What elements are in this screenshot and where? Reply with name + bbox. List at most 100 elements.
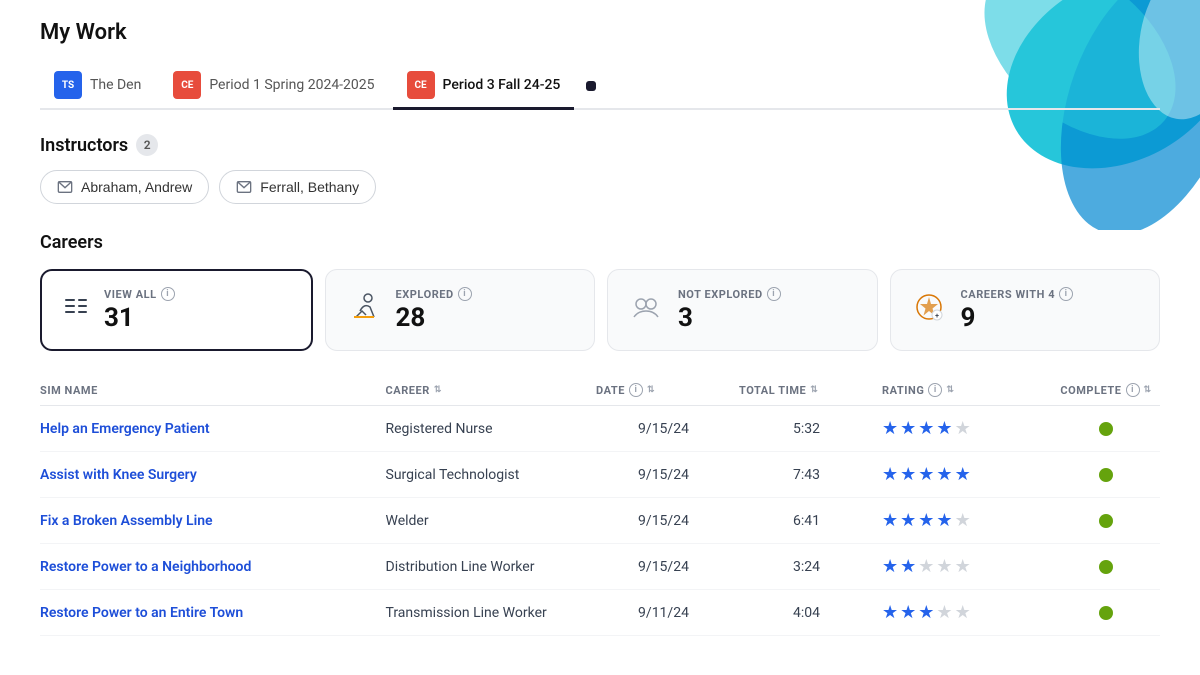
rating-2: ★ ★ ★ ★ ★ <box>882 510 1044 531</box>
complete-3 <box>1052 560 1160 574</box>
career-2: Welder <box>386 513 589 529</box>
tab-icon-ts: TS <box>54 71 82 99</box>
date-4: 9/11/24 <box>596 605 731 621</box>
careers-title: Careers <box>40 232 1160 253</box>
date-0: 9/15/24 <box>596 421 731 437</box>
date-1: 9/15/24 <box>596 467 731 483</box>
date-sort-icon: ⇅ <box>647 385 655 395</box>
view-all-count: 31 <box>104 303 175 333</box>
careers-with-4-info: CAREERS WITH 4 i 9 <box>961 287 1074 333</box>
time-1: 7:43 <box>739 467 874 483</box>
table-row: Fix a Broken Assembly Line Welder 9/15/2… <box>40 498 1160 544</box>
view-all-info-icon[interactable]: i <box>161 287 175 301</box>
table-row: Restore Power to an Entire Town Transmis… <box>40 590 1160 636</box>
career-0: Registered Nurse <box>386 421 589 437</box>
table-row: Assist with Knee Surgery Surgical Techno… <box>40 452 1160 498</box>
tab-active-indicator <box>586 81 596 91</box>
explored-count: 28 <box>396 303 472 333</box>
email-icon <box>57 179 73 195</box>
career-4: Transmission Line Worker <box>386 605 589 621</box>
sims-table: SIM NAME CAREER ⇅ DATE i ⇅ TOTAL TIME ⇅ … <box>40 375 1160 636</box>
careers-with-4-label: CAREERS WITH 4 i <box>961 287 1074 301</box>
table-row: Restore Power to a Neighborhood Distribu… <box>40 544 1160 590</box>
sim-name-2[interactable]: Fix a Broken Assembly Line <box>40 513 378 529</box>
tab-icon-ce2: CE <box>407 71 435 99</box>
career-card-with-4[interactable]: + CAREERS WITH 4 i 9 <box>890 269 1161 351</box>
career-cards: VIEW ALL i 31 EXPLORED i <box>40 269 1160 351</box>
complete-0 <box>1052 422 1160 436</box>
date-3: 9/15/24 <box>596 559 731 575</box>
career-3: Distribution Line Worker <box>386 559 589 575</box>
time-sort-icon: ⇅ <box>810 385 818 395</box>
career-card-not-explored[interactable]: NOT EXPLORED i 3 <box>607 269 878 351</box>
rating-4: ★ ★ ★ ★ ★ <box>882 602 1044 623</box>
th-total-time[interactable]: TOTAL TIME ⇅ <box>739 383 874 397</box>
time-4: 4:04 <box>739 605 874 621</box>
sim-name-3[interactable]: Restore Power to a Neighborhood <box>40 559 378 575</box>
email-icon-2 <box>236 179 252 195</box>
complete-dot-1 <box>1099 468 1113 482</box>
instructors-label: Instructors <box>40 135 128 156</box>
instructor-ferrall[interactable]: Ferrall, Bethany <box>219 170 376 204</box>
tab-the-den[interactable]: TS The Den <box>40 63 155 110</box>
complete-2 <box>1052 514 1160 528</box>
date-2: 9/15/24 <box>596 513 731 529</box>
careers-with-4-icon: + <box>911 289 947 332</box>
career-card-explored[interactable]: EXPLORED i 28 <box>325 269 596 351</box>
instructors-row: Abraham, Andrew Ferrall, Bethany <box>40 170 1160 204</box>
time-3: 3:24 <box>739 559 874 575</box>
rating-1: ★ ★ ★ ★ ★ <box>882 464 1044 485</box>
rating-sort-icon: ⇅ <box>946 385 954 395</box>
not-explored-icon <box>628 289 664 332</box>
th-rating[interactable]: RATING i ⇅ <box>882 383 1044 397</box>
complete-dot-4 <box>1099 606 1113 620</box>
time-2: 6:41 <box>739 513 874 529</box>
tabs-row: TS The Den CE Period 1 Spring 2024-2025 … <box>40 63 1160 110</box>
time-0: 5:32 <box>739 421 874 437</box>
complete-1 <box>1052 468 1160 482</box>
th-sim-name: SIM NAME <box>40 383 378 397</box>
careers-with-4-count: 9 <box>961 303 1074 333</box>
sim-name-0[interactable]: Help an Emergency Patient <box>40 421 378 437</box>
career-1: Surgical Technologist <box>386 467 589 483</box>
explored-icon <box>346 289 382 332</box>
table-row: Help an Emergency Patient Registered Nur… <box>40 406 1160 452</box>
sim-name-4[interactable]: Restore Power to an Entire Town <box>40 605 378 621</box>
complete-dot-3 <box>1099 560 1113 574</box>
not-explored-info: NOT EXPLORED i 3 <box>678 287 781 333</box>
svg-text:+: + <box>935 312 939 320</box>
th-date[interactable]: DATE i ⇅ <box>596 383 731 397</box>
not-explored-label: NOT EXPLORED i <box>678 287 781 301</box>
instructors-count: 2 <box>136 134 158 156</box>
table-header: SIM NAME CAREER ⇅ DATE i ⇅ TOTAL TIME ⇅ … <box>40 375 1160 406</box>
complete-4 <box>1052 606 1160 620</box>
page-title: My Work <box>40 20 1160 45</box>
not-explored-info-icon[interactable]: i <box>767 287 781 301</box>
view-all-info: VIEW ALL i 31 <box>104 287 175 333</box>
career-card-view-all[interactable]: VIEW ALL i 31 <box>40 269 313 351</box>
tab-period1[interactable]: CE Period 1 Spring 2024-2025 <box>159 63 388 110</box>
careers-with-4-info-icon[interactable]: i <box>1059 287 1073 301</box>
explored-info: EXPLORED i 28 <box>396 287 472 333</box>
view-all-label: VIEW ALL i <box>104 287 175 301</box>
tab-icon-ce1: CE <box>173 71 201 99</box>
explored-info-icon[interactable]: i <box>458 287 472 301</box>
tab-period3[interactable]: CE Period 3 Fall 24-25 <box>393 63 575 110</box>
complete-sort-icon: ⇅ <box>1144 385 1152 395</box>
rating-3: ★ ★ ★ ★ ★ <box>882 556 1044 577</box>
th-complete[interactable]: COMPLETE i ⇅ <box>1052 383 1160 397</box>
complete-dot-2 <box>1099 514 1113 528</box>
view-all-icon <box>62 293 90 327</box>
career-sort-icon: ⇅ <box>434 385 442 395</box>
rating-info-icon[interactable]: i <box>928 383 942 397</box>
date-info-icon[interactable]: i <box>629 383 643 397</box>
instructors-header: Instructors 2 <box>40 134 1160 156</box>
th-career[interactable]: CAREER ⇅ <box>386 383 589 397</box>
instructor-abraham[interactable]: Abraham, Andrew <box>40 170 209 204</box>
not-explored-count: 3 <box>678 303 781 333</box>
rating-0: ★ ★ ★ ★ ★ <box>882 418 1044 439</box>
complete-dot-0 <box>1099 422 1113 436</box>
sim-name-1[interactable]: Assist with Knee Surgery <box>40 467 378 483</box>
complete-info-icon[interactable]: i <box>1126 383 1140 397</box>
explored-label: EXPLORED i <box>396 287 472 301</box>
